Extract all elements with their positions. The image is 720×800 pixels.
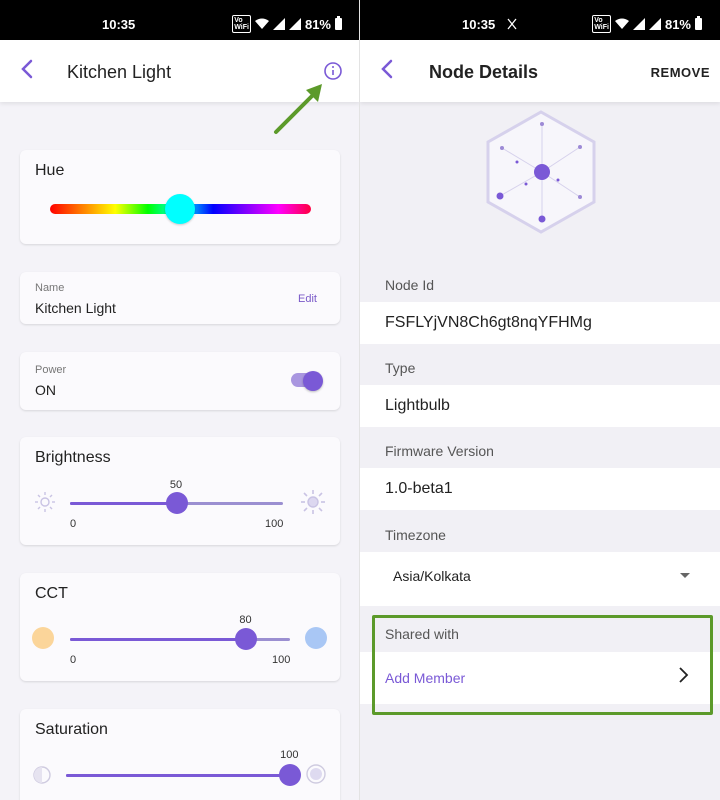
power-card: Power ON	[20, 352, 340, 410]
wifi-icon	[254, 18, 269, 29]
node-id-value: FSFLYjVN8Ch6gt8nqYFHMg	[385, 314, 592, 331]
signal-icon-right	[632, 18, 645, 30]
status-icons-right: Vo WiFi 81%	[592, 15, 702, 33]
saturation-high-icon	[306, 764, 326, 784]
name-value: Kitchen Light	[35, 300, 116, 316]
status-bar: 10:35 Vo WiFi 81%	[0, 0, 360, 40]
power-label: Power	[35, 364, 67, 376]
battery-icon	[335, 16, 342, 30]
add-member-row[interactable]: Add Member	[360, 652, 720, 704]
signal-icon-right-2	[648, 18, 661, 30]
sun-bright-icon	[301, 490, 325, 514]
cct-value: 80	[239, 614, 252, 626]
brightness-value: 50	[169, 479, 183, 491]
name-label: Name	[35, 282, 65, 294]
cool-color-swatch	[305, 627, 327, 649]
cct-slider-fill	[70, 638, 246, 641]
power-value: ON	[35, 382, 56, 398]
status-icons: Vo WiFi 81%	[232, 15, 342, 33]
dropdown-caret-icon	[680, 573, 690, 578]
signal-icon	[272, 18, 285, 30]
cct-slider-thumb[interactable]	[235, 628, 257, 650]
saturation-title: Saturation	[35, 721, 108, 738]
brightness-min: 0	[70, 518, 77, 530]
cct-card: CCT 80 0 100	[20, 573, 340, 681]
page-title-right: Node Details	[429, 62, 539, 82]
node-id-label: Node Id	[385, 277, 435, 293]
node-illustration	[360, 102, 720, 262]
signal-icon-2	[288, 18, 301, 30]
firmware-row: 1.0-beta1	[360, 468, 720, 510]
timezone-dropdown[interactable]: Asia/Kolkata	[360, 552, 720, 606]
info-icon[interactable]	[323, 61, 343, 81]
add-member-button[interactable]: Add Member	[385, 670, 465, 686]
saturation-slider-fill	[66, 774, 290, 777]
saturation-card: Saturation 100	[20, 709, 340, 800]
page-title: Kitchen Light	[67, 62, 172, 82]
saturation-value: 100	[280, 749, 299, 761]
type-label: Type	[385, 360, 416, 376]
battery-percent: 81%	[304, 16, 331, 32]
brightness-card: Brightness 50 0 100	[20, 437, 340, 545]
node-hex-icon	[486, 110, 596, 234]
brightness-max: 100	[265, 518, 284, 530]
back-chevron-left-icon[interactable]	[378, 58, 398, 80]
brightness-slider-thumb[interactable]	[165, 492, 188, 514]
chevron-right-icon	[679, 667, 689, 683]
annotation-arrow-icon	[274, 84, 322, 134]
vowifi-icon-right: Vo WiFi	[592, 15, 611, 33]
light-control-screen: 10:35 Vo WiFi 81% Kitchen Light Hue Name …	[0, 0, 360, 800]
brightness-title: Brightness	[35, 449, 111, 466]
sun-dim-icon	[35, 492, 55, 512]
hue-slider-thumb[interactable]	[165, 194, 195, 224]
type-row: Lightbulb	[360, 385, 720, 427]
timezone-value: Asia/Kolkata	[393, 568, 471, 584]
hue-title: Hue	[35, 162, 65, 179]
firmware-label: Firmware Version	[385, 443, 494, 459]
battery-percent-right: 81%	[664, 16, 691, 32]
node-id-row: FSFLYjVN8Ch6gt8nqYFHMg	[360, 302, 720, 344]
battery-icon-right	[695, 16, 702, 30]
cct-min: 0	[70, 654, 77, 666]
shared-with-label: Shared with	[385, 626, 459, 642]
status-time: 10:35	[102, 17, 136, 32]
cct-title: CCT	[35, 585, 68, 602]
saturation-low-icon	[33, 766, 51, 784]
muted-icon	[507, 18, 517, 30]
power-toggle-thumb[interactable]	[303, 371, 323, 391]
status-time-right: 10:35	[462, 17, 496, 32]
brightness-slider-fill	[70, 502, 177, 505]
status-bar-right: 10:35 Vo WiFi 81%	[360, 0, 720, 40]
saturation-slider-thumb[interactable]	[279, 764, 301, 786]
name-card: Name Kitchen Light Edit	[20, 272, 340, 324]
edit-name-button[interactable]: Edit	[298, 293, 317, 305]
cct-max: 100	[272, 654, 291, 666]
firmware-value: 1.0-beta1	[385, 480, 453, 497]
node-details-screen: 10:35 Vo WiFi 81% Node Details REMOVE No…	[360, 0, 720, 800]
type-value: Lightbulb	[385, 397, 450, 414]
remove-button[interactable]: REMOVE	[651, 65, 710, 80]
app-bar-right: Node Details REMOVE	[360, 40, 720, 102]
wifi-icon-right	[614, 18, 629, 29]
back-chevron-left-icon[interactable]	[18, 58, 38, 80]
timezone-label: Timezone	[385, 527, 446, 543]
hue-card: Hue	[20, 150, 340, 244]
vowifi-icon: Vo WiFi	[232, 15, 251, 33]
warm-color-swatch	[32, 627, 54, 649]
